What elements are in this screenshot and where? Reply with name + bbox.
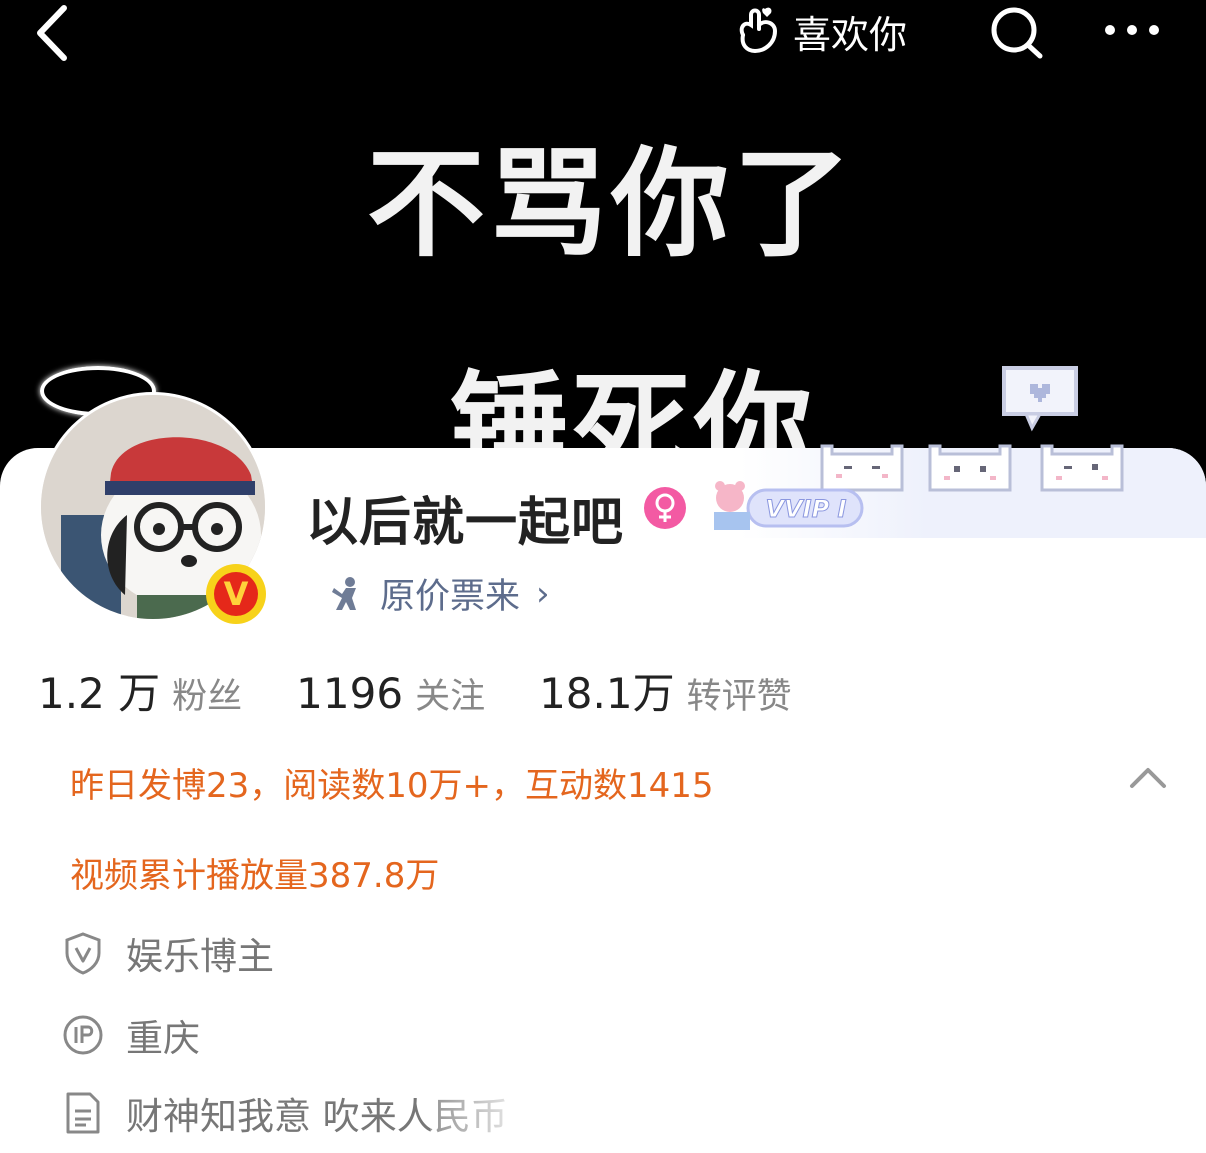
back-button[interactable] [30, 4, 80, 62]
more-dots-icon [1105, 25, 1159, 35]
tag-label: 原价票来 [380, 577, 521, 617]
pixel-cat-decoration-icon [1040, 444, 1124, 492]
info-category: 娱乐博主 [62, 926, 274, 980]
chevron-up-icon [1130, 768, 1166, 788]
search-button[interactable] [988, 4, 1044, 60]
stat-value: 1.2 万 [38, 669, 161, 718]
pixel-cat-decoration-icon [928, 444, 1012, 492]
username: 以后就一起吧 [306, 493, 625, 553]
cover-text-line-1: 不骂你了 [366, 135, 855, 273]
text-fade-overlay [430, 1094, 750, 1153]
stat-label: 关注 [415, 677, 486, 717]
search-icon [991, 7, 1043, 59]
back-arrow-icon [37, 5, 67, 61]
female-gender-icon [644, 487, 686, 529]
category-label: 娱乐博主 [126, 935, 274, 978]
stat-label: 转评赞 [686, 677, 792, 717]
collapse-button[interactable] [1124, 756, 1172, 796]
vvip-bear-icon: VVIP I [714, 481, 864, 530]
stat-label: 粉丝 [172, 677, 243, 717]
stat-interactions[interactable]: 18.1万 转评赞 [539, 660, 792, 721]
more-options-button[interactable] [1100, 8, 1164, 52]
chat-bubble-decoration-icon [1002, 366, 1078, 432]
top-bar: 喜欢你 [0, 0, 1206, 70]
vvip-label: VVIP I [766, 495, 847, 523]
stats-row: 1.2 万 粉丝 1196 关注 18.1万 转评赞 [38, 660, 846, 719]
stat-followers[interactable]: 1.2 万 粉丝 [38, 660, 242, 721]
verified-v-icon: V [214, 572, 258, 616]
ip-location-label: 重庆 [126, 1017, 200, 1060]
finger-heart-icon [739, 7, 778, 54]
info-ip-location: 重庆 [62, 1008, 200, 1062]
verified-badge: V [206, 564, 266, 624]
ip-icon [62, 1012, 104, 1058]
like-you-button[interactable]: 喜欢你 [735, 4, 907, 58]
shield-v-icon [62, 930, 104, 976]
supertopic-tag[interactable]: 原价票来 › [328, 568, 550, 619]
video-plays-text: 视频累计播放量387.8万 [70, 856, 440, 896]
stat-value: 1196 [296, 669, 404, 718]
like-you-label: 喜欢你 [793, 12, 908, 57]
yesterday-stats-text: 昨日发博23，阅读数10万+，互动数1415 [70, 766, 714, 806]
chevron-right-icon: › [536, 573, 550, 614]
stat-value: 18.1万 [539, 669, 675, 718]
vvip-badge[interactable]: VVIP I [708, 480, 864, 532]
document-icon [62, 1090, 104, 1136]
person-pose-icon [332, 576, 356, 610]
stat-following[interactable]: 1196 关注 [296, 668, 485, 719]
